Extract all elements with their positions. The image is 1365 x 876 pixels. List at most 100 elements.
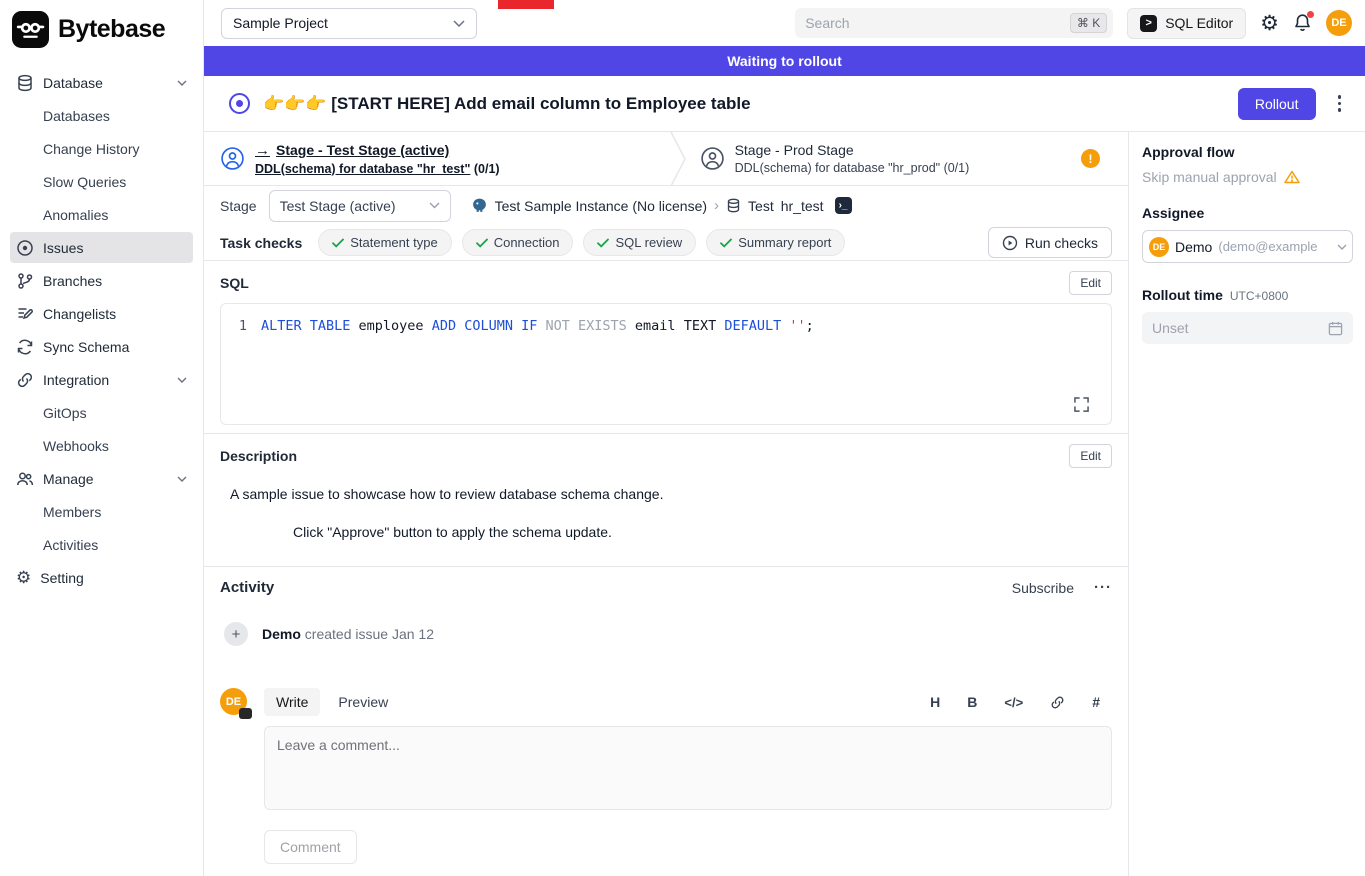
sql-edit-button[interactable]: Edit xyxy=(1069,271,1112,295)
issue-title: 👉👉👉 [START HERE] Add email column to Emp… xyxy=(263,94,1238,114)
chevron-down-icon xyxy=(429,202,440,209)
rollout-timezone: UTC+0800 xyxy=(1230,289,1288,303)
assignee-name: Demo xyxy=(1175,239,1212,255)
sidebar-item-label: Database xyxy=(43,75,103,91)
notification-badge xyxy=(1307,11,1314,18)
activity-more-icon[interactable]: ··· xyxy=(1094,579,1112,596)
sidebar-item-label: Activities xyxy=(43,537,98,553)
database-name[interactable]: hr_test xyxy=(781,198,824,214)
stage-select[interactable]: Test Stage (active) xyxy=(269,190,451,222)
chevron-down-icon xyxy=(177,80,187,86)
chevron-down-icon xyxy=(177,476,187,482)
user-avatar[interactable]: DE xyxy=(1326,10,1352,36)
stage-card-prod[interactable]: Stage - Prod Stage DDL(schema) for datab… xyxy=(700,142,970,175)
assignee-stage-icon xyxy=(220,146,245,171)
status-banner-text: Waiting to rollout xyxy=(727,53,842,69)
search-input[interactable] xyxy=(805,15,1062,31)
sidebar-item-label: Webhooks xyxy=(43,438,109,454)
check-icon xyxy=(597,238,609,248)
screen-recording-artifact xyxy=(498,0,554,9)
stage-selector-bar: Stage Test Stage (active) Test Sample In… xyxy=(204,186,1128,226)
sidebar-item-setting[interactable]: ⚙ Setting xyxy=(10,562,193,593)
comment-bubble-icon xyxy=(239,708,252,719)
sidebar-item-manage[interactable]: Manage xyxy=(10,463,193,494)
sidebar-item-webhooks[interactable]: Webhooks xyxy=(10,430,193,461)
more-options-icon[interactable] xyxy=(1334,91,1346,116)
sidebar-item-gitops[interactable]: GitOps xyxy=(10,397,193,428)
tab-preview[interactable]: Preview xyxy=(326,688,400,716)
sidebar-item-branches[interactable]: Branches xyxy=(10,265,193,296)
database-breadcrumb: Test Sample Instance (No license) › Test… xyxy=(471,197,852,214)
tab-write[interactable]: Write xyxy=(264,688,320,716)
description-section-title: Description xyxy=(220,448,297,464)
gear-icon: ⚙ xyxy=(1260,12,1279,35)
sidebar-item-label: Changelists xyxy=(43,306,116,322)
sidebar-item-members[interactable]: Members xyxy=(10,496,193,527)
sidebar-item-changelists[interactable]: Changelists xyxy=(10,298,193,329)
assignee-stage-icon xyxy=(700,146,725,171)
sidebar: Bytebase Database Databases Change Histo… xyxy=(0,0,204,876)
sidebar-item-database[interactable]: Database xyxy=(10,67,193,98)
sidebar-item-issues[interactable]: Issues xyxy=(10,232,193,263)
settings-button[interactable]: ⚙ xyxy=(1260,13,1279,34)
check-connection[interactable]: Connection xyxy=(462,229,574,256)
sidebar-item-label: Setting xyxy=(40,570,84,586)
check-summary-report[interactable]: Summary report xyxy=(706,229,845,256)
chevron-down-icon xyxy=(1337,244,1347,250)
description-edit-button[interactable]: Edit xyxy=(1069,444,1112,468)
assignee-email: (demo@example xyxy=(1218,239,1331,254)
project-select[interactable]: Sample Project xyxy=(221,8,477,39)
run-checks-button[interactable]: Run checks xyxy=(988,227,1112,258)
sql-editor-button[interactable]: > SQL Editor xyxy=(1127,8,1246,39)
issue-header: 👉👉👉 [START HERE] Add email column to Emp… xyxy=(204,76,1365,132)
sidebar-item-activities[interactable]: Activities xyxy=(10,529,193,560)
sql-code-editor[interactable]: 1ALTER TABLE employee ADD COLUMN IF NOT … xyxy=(220,303,1112,425)
sidebar-item-databases[interactable]: Databases xyxy=(10,100,193,131)
sidebar-item-label: Members xyxy=(43,504,101,520)
task-name: DDL(schema) for database "hr_prod" xyxy=(735,161,941,175)
chevron-down-icon xyxy=(177,377,187,383)
activity-section-title: Activity xyxy=(220,579,274,596)
sidebar-item-label: Slow Queries xyxy=(43,174,126,190)
open-sql-editor-icon[interactable]: ›_ xyxy=(835,197,852,214)
check-statement-type[interactable]: Statement type xyxy=(318,229,451,256)
stage-card-test[interactable]: →Stage - Test Stage (active) DDL(schema)… xyxy=(220,142,500,176)
terminal-icon: > xyxy=(1140,15,1157,32)
check-icon xyxy=(332,238,344,248)
sidebar-item-sync-schema[interactable]: Sync Schema xyxy=(10,331,193,362)
database-icon xyxy=(16,74,34,92)
brand-logo[interactable]: Bytebase xyxy=(0,0,203,61)
fullscreen-icon[interactable] xyxy=(1074,397,1089,412)
subscribe-button[interactable]: Subscribe xyxy=(1012,580,1074,596)
notifications-button[interactable] xyxy=(1293,13,1312,33)
sidebar-item-label: Branches xyxy=(43,273,102,289)
sidebar-item-slow-queries[interactable]: Slow Queries xyxy=(10,166,193,197)
comment-editor: DE Write Preview H B </> # xyxy=(220,688,1112,864)
comment-input[interactable] xyxy=(264,726,1112,810)
sidebar-item-label: Sync Schema xyxy=(43,339,129,355)
status-banner: Waiting to rollout xyxy=(204,46,1365,76)
hash-button[interactable]: # xyxy=(1092,694,1100,710)
bold-button[interactable]: B xyxy=(967,694,977,710)
comment-button[interactable]: Comment xyxy=(264,830,357,864)
event-description: created issue Jan 12 xyxy=(305,626,434,642)
check-sql-review[interactable]: SQL review xyxy=(583,229,696,256)
check-label: Summary report xyxy=(738,235,831,250)
approval-flow-label: Approval flow xyxy=(1142,144,1353,160)
link-button[interactable] xyxy=(1050,695,1065,710)
sidebar-item-anomalies[interactable]: Anomalies xyxy=(10,199,193,230)
sidebar-item-integration[interactable]: Integration xyxy=(10,364,193,395)
assignee-select[interactable]: DE Demo (demo@example xyxy=(1142,230,1353,263)
link-icon xyxy=(1050,695,1065,710)
users-icon xyxy=(16,470,34,488)
rollout-time-input[interactable]: Unset xyxy=(1142,312,1353,344)
search-box[interactable]: ⌘ K xyxy=(795,8,1113,38)
calendar-icon xyxy=(1328,321,1343,336)
main-content: →Stage - Test Stage (active) DDL(schema)… xyxy=(204,132,1129,876)
heading-button[interactable]: H xyxy=(930,694,940,710)
instance-name[interactable]: Test Sample Instance (No license) xyxy=(495,198,707,214)
sidebar-item-change-history[interactable]: Change History xyxy=(10,133,193,164)
rollout-button[interactable]: Rollout xyxy=(1238,88,1316,120)
activity-section: Activity Subscribe ··· + Demo created is… xyxy=(204,567,1128,876)
code-button[interactable]: </> xyxy=(1004,695,1023,710)
